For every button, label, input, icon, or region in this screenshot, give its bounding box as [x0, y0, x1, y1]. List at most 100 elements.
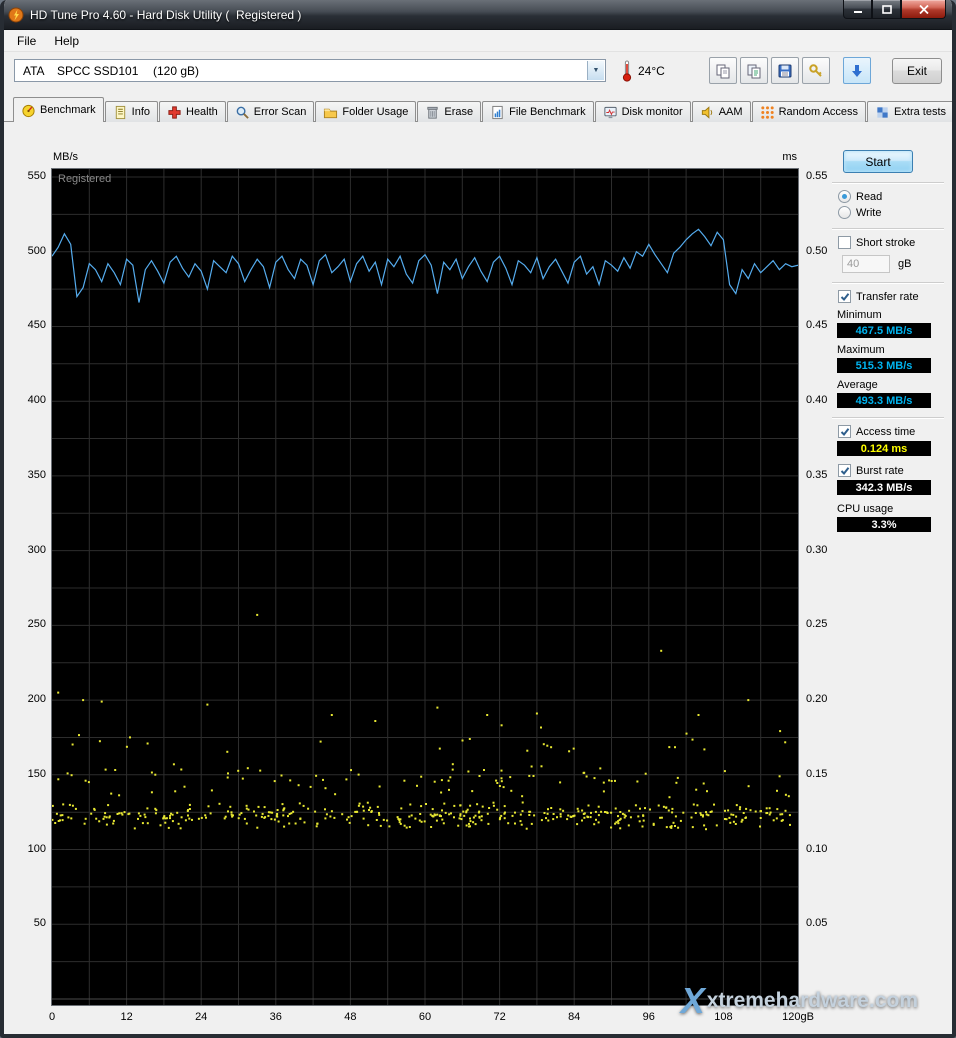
x-axis-tick: 60	[405, 1011, 445, 1023]
average-value: 493.3 MB/s	[837, 393, 931, 408]
short-stroke-label: Short stroke	[856, 237, 915, 249]
tab-erase[interactable]: Erase	[417, 101, 481, 122]
exit-button[interactable]: Exit	[892, 58, 942, 84]
left-axis-tick: 550	[18, 170, 46, 182]
left-axis-tick: 500	[18, 245, 46, 257]
random-access-icon	[760, 105, 775, 120]
x-axis-tick: 84	[554, 1011, 594, 1023]
tab-file-benchmark[interactable]: File Benchmark	[482, 101, 593, 122]
access-time-row[interactable]: Access time	[838, 425, 946, 438]
right-axis-tick: 0.40	[806, 394, 827, 406]
minimize-icon	[853, 5, 863, 14]
tab-label: Erase	[444, 106, 473, 118]
access-time-checkbox[interactable]	[838, 425, 851, 438]
copy-text-icon	[746, 63, 762, 79]
transfer-rate-label: Transfer rate	[856, 291, 919, 303]
short-stroke-input[interactable]	[842, 255, 890, 273]
titlebar[interactable]: HD Tune Pro 4.60 - Hard Disk Utility ( R…	[0, 0, 956, 30]
write-radio-row[interactable]: Write	[838, 206, 946, 219]
tab-aam[interactable]: AAM	[692, 101, 751, 122]
write-radio[interactable]	[838, 206, 851, 219]
minimum-value: 467.5 MB/s	[837, 323, 931, 338]
separator	[832, 228, 944, 230]
temperature-value: 24°C	[638, 64, 665, 78]
left-axis-tick: 400	[18, 394, 46, 406]
app-icon	[8, 7, 24, 23]
check-icon	[840, 466, 850, 476]
transfer-rate-row[interactable]: Transfer rate	[838, 290, 946, 303]
tab-random-access[interactable]: Random Access	[752, 101, 866, 122]
magnifier-icon	[235, 105, 250, 120]
copy-screenshot-button[interactable]	[709, 57, 737, 84]
left-axis-tick: 250	[18, 618, 46, 630]
capture-button[interactable]	[843, 57, 871, 84]
minimize-button[interactable]	[843, 0, 872, 19]
transfer-rate-checkbox[interactable]	[838, 290, 851, 303]
x-axis-tick: 96	[629, 1011, 669, 1023]
burst-rate-checkbox[interactable]	[838, 464, 851, 477]
check-icon	[840, 427, 850, 437]
right-axis-tick: 0.20	[806, 693, 827, 705]
x-axis-tick: 12	[107, 1011, 147, 1023]
toolbar-buttons: Exit	[709, 57, 942, 84]
speaker-icon	[700, 105, 715, 120]
window-controls	[843, 0, 946, 19]
left-axis-tick: 150	[18, 768, 46, 780]
options-button[interactable]	[802, 57, 830, 84]
tab-error-scan[interactable]: Error Scan	[227, 101, 315, 122]
copy-icon	[715, 63, 731, 79]
read-radio-row[interactable]: Read	[838, 190, 946, 203]
x-axis-tick: 72	[480, 1011, 520, 1023]
burst-rate-row[interactable]: Burst rate	[838, 464, 946, 477]
tab-folder-usage[interactable]: Folder Usage	[315, 101, 416, 122]
left-axis-tick: 450	[18, 319, 46, 331]
tab-label: File Benchmark	[509, 106, 585, 118]
tab-benchmark[interactable]: Benchmark	[13, 97, 104, 122]
short-stroke-row[interactable]: Short stroke	[838, 236, 946, 249]
right-axis-tick: 0.15	[806, 768, 827, 780]
right-axis-tick: 0.35	[806, 469, 827, 481]
window-title: HD Tune Pro 4.60 - Hard Disk Utility ( R…	[30, 8, 301, 22]
save-screenshot-button[interactable]	[771, 57, 799, 84]
maximize-button[interactable]	[872, 0, 901, 19]
close-button[interactable]	[901, 0, 946, 19]
tab-extra-tests[interactable]: Extra tests	[867, 101, 954, 122]
tab-label: Random Access	[779, 106, 858, 118]
start-button[interactable]: Start	[843, 150, 913, 173]
maximum-value: 515.3 MB/s	[837, 358, 931, 373]
short-stroke-checkbox[interactable]	[838, 236, 851, 249]
right-axis-tick: 0.30	[806, 544, 827, 556]
read-radio-label: Read	[856, 191, 882, 203]
chart-canvas	[52, 169, 798, 1005]
menu-file[interactable]: File	[8, 32, 45, 50]
x-axis-tick: 108	[703, 1011, 743, 1023]
burst-rate-label: Burst rate	[856, 465, 904, 477]
file-benchmark-icon	[490, 105, 505, 120]
right-axis-unit: ms	[775, 151, 797, 163]
chevron-down-icon[interactable]: ▼	[587, 61, 604, 80]
info-page-icon	[113, 105, 128, 120]
burst-rate-value: 342.3 MB/s	[837, 480, 931, 495]
left-axis-tick: 200	[18, 693, 46, 705]
read-radio[interactable]	[838, 190, 851, 203]
toolbar: ATA SPCC SSD101 (120 gB) ▼ 24°C	[4, 51, 952, 89]
check-icon	[840, 292, 850, 302]
folder-icon	[323, 105, 338, 120]
menu-help[interactable]: Help	[45, 32, 88, 50]
tab-disk-monitor[interactable]: Disk monitor	[595, 101, 691, 122]
x-axis-tick: 24	[181, 1011, 221, 1023]
tab-label: Benchmark	[40, 104, 96, 116]
right-axis-tick: 0.55	[806, 170, 827, 182]
tab-label: AAM	[719, 106, 743, 118]
drive-bus: ATA	[23, 64, 57, 78]
cpu-usage-label: CPU usage	[837, 503, 946, 515]
tab-health[interactable]: Health	[159, 101, 226, 122]
copy-text-button[interactable]	[740, 57, 768, 84]
access-time-label: Access time	[856, 426, 915, 438]
tab-info[interactable]: Info	[105, 101, 158, 122]
drive-selector[interactable]: ATA SPCC SSD101 (120 gB) ▼	[14, 59, 606, 82]
separator	[832, 182, 944, 184]
benchmark-chart: Registered	[51, 168, 799, 1006]
benchmark-page: MB/s ms Registered 550500450400350300250…	[4, 122, 952, 1034]
maximize-icon	[882, 5, 892, 14]
